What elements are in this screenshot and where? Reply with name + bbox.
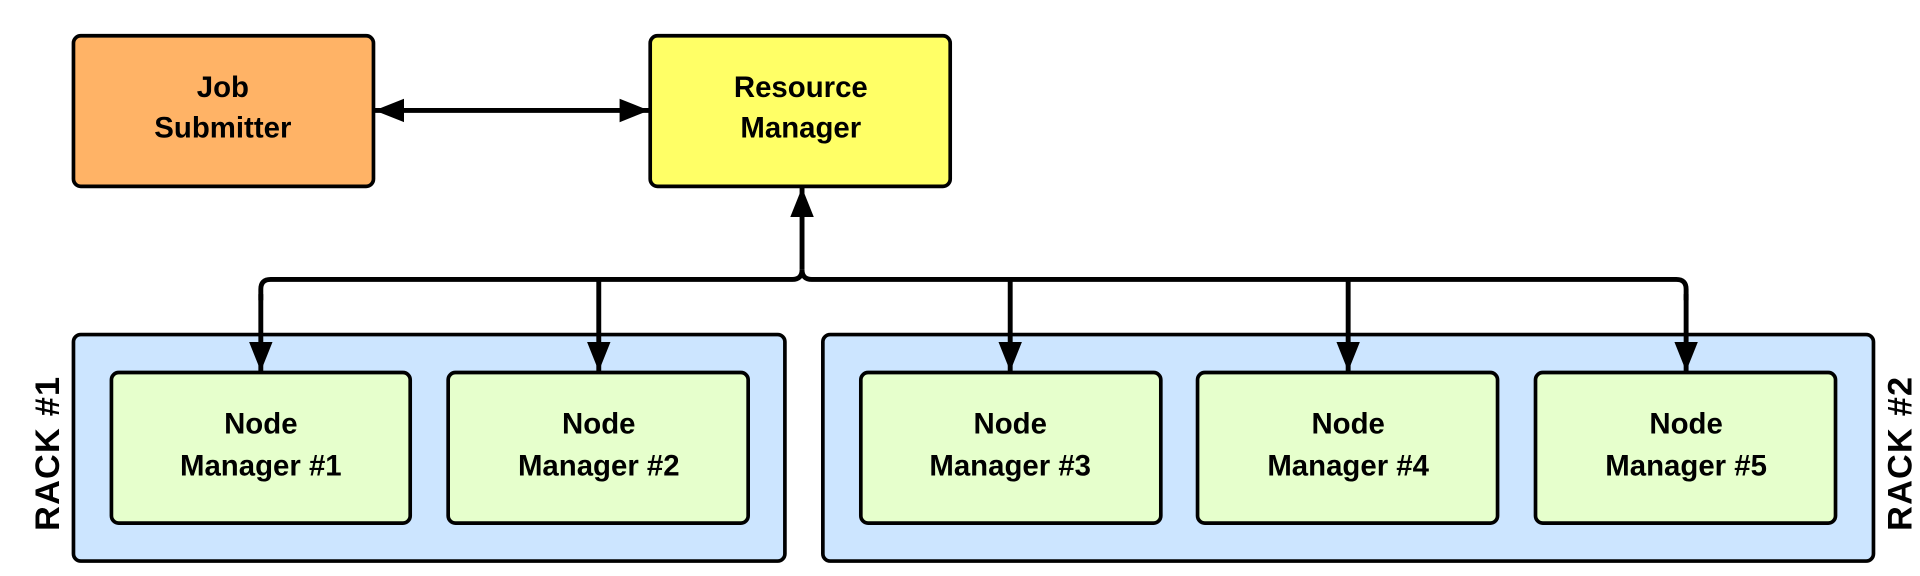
node-line2: Manager #1 xyxy=(180,449,342,482)
node-line2: Manager #3 xyxy=(929,449,1091,482)
rack-2-label: RACK #2 xyxy=(1881,376,1919,531)
node-line2: Manager #5 xyxy=(1605,449,1767,482)
node-line1: Node xyxy=(224,408,297,441)
node-manager-box xyxy=(1195,370,1500,525)
resource-manager-line1: Resource xyxy=(734,71,868,104)
node-line2: Manager #4 xyxy=(1267,449,1429,482)
node-manager-box xyxy=(858,370,1163,525)
node-line1: Node xyxy=(973,408,1046,441)
job-submitter-line1: Job xyxy=(197,71,249,104)
node-manager-2: Node Manager #2 xyxy=(446,370,750,525)
node-manager-5: Node Manager #5 xyxy=(1533,370,1838,525)
bus-line xyxy=(258,269,1689,301)
diagram: RACK #1 RACK #2 Job Submitter Resource M… xyxy=(29,33,1919,563)
node-manager-box xyxy=(109,370,413,525)
node-manager-4: Node Manager #4 xyxy=(1195,370,1500,525)
node-manager-box xyxy=(446,370,750,525)
resource-manager-line2: Manager xyxy=(740,111,861,144)
node-manager-3: Node Manager #3 xyxy=(858,370,1163,525)
node-manager-box xyxy=(1533,370,1838,525)
job-submitter-line2: Submitter xyxy=(154,111,291,144)
node-manager-1: Node Manager #1 xyxy=(109,370,413,525)
node-line1: Node xyxy=(1311,408,1384,441)
node-line1: Node xyxy=(562,408,635,441)
node-line2: Manager #2 xyxy=(518,449,680,482)
node-line1: Node xyxy=(1649,408,1722,441)
rack-1-label: RACK #1 xyxy=(29,376,67,531)
